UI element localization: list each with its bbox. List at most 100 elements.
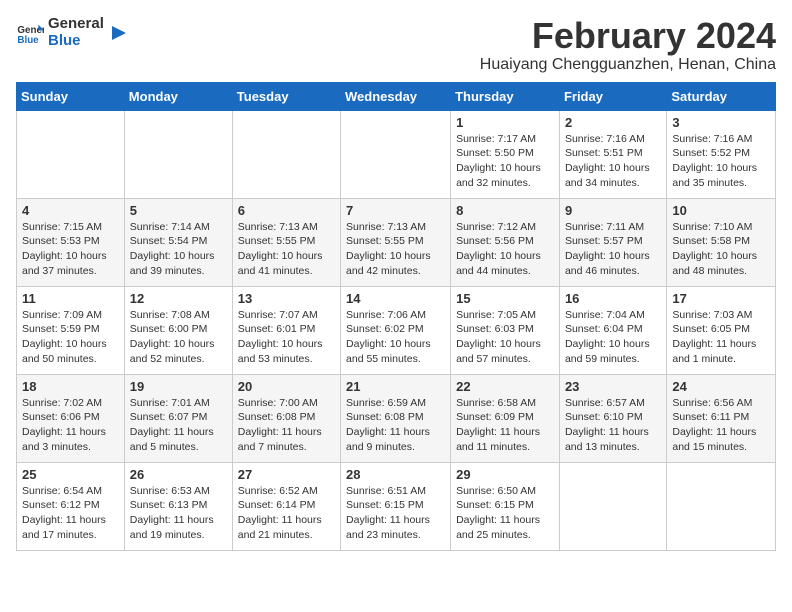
day-info: Sunrise: 7:07 AM Sunset: 6:01 PM Dayligh… bbox=[238, 308, 335, 367]
day-cell: 24Sunrise: 6:56 AM Sunset: 6:11 PM Dayli… bbox=[667, 374, 776, 462]
day-number: 11 bbox=[22, 291, 119, 306]
page-header: General Blue General Blue February 2024 … bbox=[16, 16, 776, 74]
header-thursday: Thursday bbox=[451, 82, 560, 110]
day-info: Sunrise: 6:54 AM Sunset: 6:12 PM Dayligh… bbox=[22, 484, 119, 543]
logo-blue: Blue bbox=[48, 33, 104, 50]
day-cell: 19 Sunrise: 7:01 AM Sunset: 6:07 PM Dayli… bbox=[124, 374, 232, 462]
day-number: 6 bbox=[238, 203, 335, 218]
day-number: 19 bbox=[130, 379, 227, 394]
day-number: 23 bbox=[565, 379, 661, 394]
day-info: Sunrise: 6:56 AM Sunset: 6:11 PM Dayligh… bbox=[672, 396, 770, 455]
calendar-subtitle: Huaiyang Chengguanzhen, Henan, China bbox=[480, 56, 776, 74]
day-info: Sunrise: 6:57 AM Sunset: 6:10 PM Dayligh… bbox=[565, 396, 661, 455]
day-info: Sunrise: 7:01 AM Sunset: 6:07 PM Dayligh… bbox=[130, 396, 227, 455]
day-number: 3 bbox=[672, 115, 770, 130]
day-cell: 13 Sunrise: 7:07 AM Sunset: 6:01 PM Dayli… bbox=[232, 286, 340, 374]
day-cell: 1 Sunrise: 7:17 AM Sunset: 5:50 PM Daylig… bbox=[451, 110, 560, 198]
day-info: Sunrise: 7:04 AM Sunset: 6:04 PM Dayligh… bbox=[565, 308, 661, 367]
day-cell: 9Sunrise: 7:11 AM Sunset: 5:57 PM Daylig… bbox=[559, 198, 666, 286]
day-info: Sunrise: 7:02 AM Sunset: 6:06 PM Dayligh… bbox=[22, 396, 119, 455]
day-info: Sunrise: 7:16 AM Sunset: 5:51 PM Dayligh… bbox=[565, 132, 661, 191]
week-row-3: 11 Sunrise: 7:09 AM Sunset: 5:59 PM Dayli… bbox=[17, 286, 776, 374]
day-info: Sunrise: 7:09 AM Sunset: 5:59 PM Dayligh… bbox=[22, 308, 119, 367]
day-number: 15 bbox=[456, 291, 554, 306]
day-info: Sunrise: 7:14 AM Sunset: 5:54 PM Dayligh… bbox=[130, 220, 227, 279]
day-number: 25 bbox=[22, 467, 119, 482]
day-cell bbox=[17, 110, 125, 198]
day-cell: 10 Sunrise: 7:10 AM Sunset: 5:58 PM Dayli… bbox=[667, 198, 776, 286]
day-cell: 21Sunrise: 6:59 AM Sunset: 6:08 PM Dayli… bbox=[341, 374, 451, 462]
logo: General Blue General Blue bbox=[16, 16, 130, 49]
day-cell: 20 Sunrise: 7:00 AM Sunset: 6:08 PM Dayli… bbox=[232, 374, 340, 462]
day-number: 27 bbox=[238, 467, 335, 482]
calendar-title: February 2024 bbox=[480, 16, 776, 56]
week-row-5: 25 Sunrise: 6:54 AM Sunset: 6:12 PM Dayli… bbox=[17, 462, 776, 550]
day-info: Sunrise: 7:10 AM Sunset: 5:58 PM Dayligh… bbox=[672, 220, 770, 279]
week-row-4: 18 Sunrise: 7:02 AM Sunset: 6:06 PM Dayli… bbox=[17, 374, 776, 462]
header-tuesday: Tuesday bbox=[232, 82, 340, 110]
day-info: Sunrise: 7:16 AM Sunset: 5:52 PM Dayligh… bbox=[672, 132, 770, 191]
day-cell: 15Sunrise: 7:05 AM Sunset: 6:03 PM Dayli… bbox=[451, 286, 560, 374]
title-block: February 2024 Huaiyang Chengguanzhen, He… bbox=[480, 16, 776, 74]
header-monday: Monday bbox=[124, 82, 232, 110]
header-saturday: Saturday bbox=[667, 82, 776, 110]
day-cell: 17Sunrise: 7:03 AM Sunset: 6:05 PM Dayli… bbox=[667, 286, 776, 374]
day-number: 16 bbox=[565, 291, 661, 306]
day-cell: 18 Sunrise: 7:02 AM Sunset: 6:06 PM Dayli… bbox=[17, 374, 125, 462]
day-cell: 26Sunrise: 6:53 AM Sunset: 6:13 PM Dayli… bbox=[124, 462, 232, 550]
day-cell bbox=[341, 110, 451, 198]
day-number: 20 bbox=[238, 379, 335, 394]
day-number: 8 bbox=[456, 203, 554, 218]
day-cell: 7 Sunrise: 7:13 AM Sunset: 5:55 PM Daylig… bbox=[341, 198, 451, 286]
day-cell bbox=[667, 462, 776, 550]
day-number: 18 bbox=[22, 379, 119, 394]
day-cell: 4Sunrise: 7:15 AM Sunset: 5:53 PM Daylig… bbox=[17, 198, 125, 286]
day-number: 26 bbox=[130, 467, 227, 482]
day-cell: 6 Sunrise: 7:13 AM Sunset: 5:55 PM Daylig… bbox=[232, 198, 340, 286]
day-info: Sunrise: 6:51 AM Sunset: 6:15 PM Dayligh… bbox=[346, 484, 445, 543]
day-cell bbox=[559, 462, 666, 550]
day-cell: 25 Sunrise: 6:54 AM Sunset: 6:12 PM Dayli… bbox=[17, 462, 125, 550]
logo-icon: General Blue bbox=[16, 19, 44, 47]
day-info: Sunrise: 7:13 AM Sunset: 5:55 PM Dayligh… bbox=[346, 220, 445, 279]
day-number: 13 bbox=[238, 291, 335, 306]
day-cell: 23 Sunrise: 6:57 AM Sunset: 6:10 PM Dayli… bbox=[559, 374, 666, 462]
day-info: Sunrise: 7:12 AM Sunset: 5:56 PM Dayligh… bbox=[456, 220, 554, 279]
day-cell: 12 Sunrise: 7:08 AM Sunset: 6:00 PM Dayli… bbox=[124, 286, 232, 374]
day-info: Sunrise: 6:58 AM Sunset: 6:09 PM Dayligh… bbox=[456, 396, 554, 455]
day-info: Sunrise: 7:08 AM Sunset: 6:00 PM Dayligh… bbox=[130, 308, 227, 367]
day-cell: 14 Sunrise: 7:06 AM Sunset: 6:02 PM Dayli… bbox=[341, 286, 451, 374]
day-number: 17 bbox=[672, 291, 770, 306]
day-info: Sunrise: 7:13 AM Sunset: 5:55 PM Dayligh… bbox=[238, 220, 335, 279]
day-number: 1 bbox=[456, 115, 554, 130]
header-sunday: Sunday bbox=[17, 82, 125, 110]
day-number: 14 bbox=[346, 291, 445, 306]
day-cell: 27 Sunrise: 6:52 AM Sunset: 6:14 PM Dayli… bbox=[232, 462, 340, 550]
day-number: 29 bbox=[456, 467, 554, 482]
day-number: 28 bbox=[346, 467, 445, 482]
week-row-1: 1 Sunrise: 7:17 AM Sunset: 5:50 PM Daylig… bbox=[17, 110, 776, 198]
calendar-table: SundayMondayTuesdayWednesdayThursdayFrid… bbox=[16, 82, 776, 551]
day-info: Sunrise: 7:00 AM Sunset: 6:08 PM Dayligh… bbox=[238, 396, 335, 455]
svg-text:Blue: Blue bbox=[17, 34, 39, 45]
day-cell: 11 Sunrise: 7:09 AM Sunset: 5:59 PM Dayli… bbox=[17, 286, 125, 374]
day-number: 10 bbox=[672, 203, 770, 218]
week-row-2: 4Sunrise: 7:15 AM Sunset: 5:53 PM Daylig… bbox=[17, 198, 776, 286]
day-number: 2 bbox=[565, 115, 661, 130]
day-number: 5 bbox=[130, 203, 227, 218]
day-cell: 3 Sunrise: 7:16 AM Sunset: 5:52 PM Daylig… bbox=[667, 110, 776, 198]
day-cell: 8 Sunrise: 7:12 AM Sunset: 5:56 PM Daylig… bbox=[451, 198, 560, 286]
day-number: 12 bbox=[130, 291, 227, 306]
day-cell: 5 Sunrise: 7:14 AM Sunset: 5:54 PM Daylig… bbox=[124, 198, 232, 286]
day-info: Sunrise: 7:17 AM Sunset: 5:50 PM Dayligh… bbox=[456, 132, 554, 191]
calendar-header-row: SundayMondayTuesdayWednesdayThursdayFrid… bbox=[17, 82, 776, 110]
day-info: Sunrise: 7:06 AM Sunset: 6:02 PM Dayligh… bbox=[346, 308, 445, 367]
day-number: 22 bbox=[456, 379, 554, 394]
day-cell: 16 Sunrise: 7:04 AM Sunset: 6:04 PM Dayli… bbox=[559, 286, 666, 374]
day-cell bbox=[124, 110, 232, 198]
day-info: Sunrise: 6:59 AM Sunset: 6:08 PM Dayligh… bbox=[346, 396, 445, 455]
day-cell: 22 Sunrise: 6:58 AM Sunset: 6:09 PM Dayli… bbox=[451, 374, 560, 462]
day-cell: 28 Sunrise: 6:51 AM Sunset: 6:15 PM Dayli… bbox=[341, 462, 451, 550]
day-info: Sunrise: 6:52 AM Sunset: 6:14 PM Dayligh… bbox=[238, 484, 335, 543]
day-number: 7 bbox=[346, 203, 445, 218]
